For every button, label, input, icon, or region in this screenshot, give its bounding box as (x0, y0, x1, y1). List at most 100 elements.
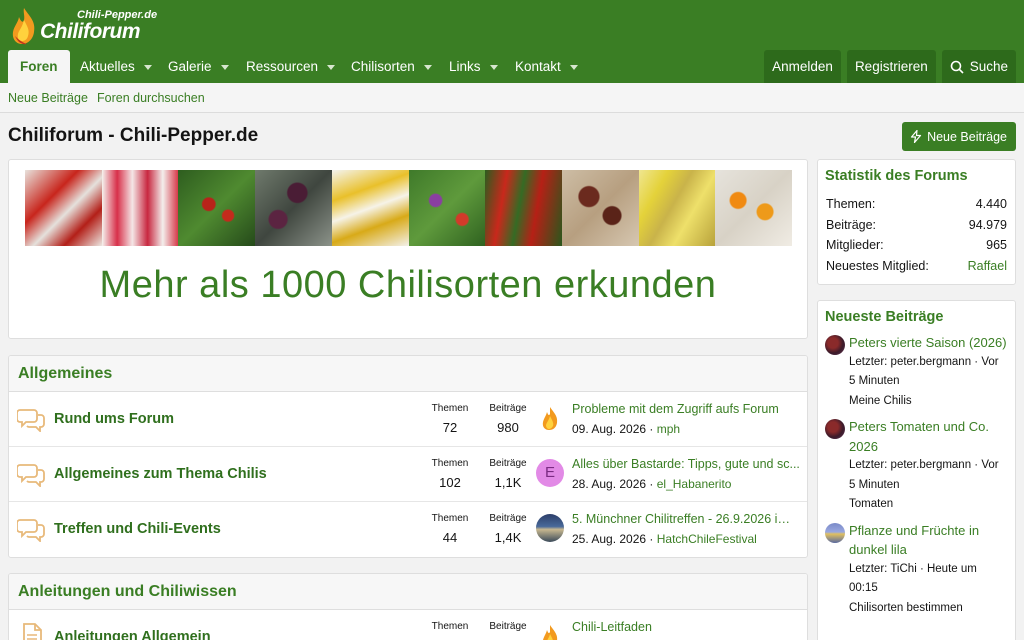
last-post-title[interactable]: Alles über Bastarde: Tipps, gute und sc.… (572, 457, 800, 471)
new-posts-link[interactable]: Neue Beiträge (8, 91, 88, 105)
chili-photo (485, 170, 562, 246)
bolt-icon (910, 130, 922, 143)
latest-post-forum[interactable]: Tomaten (849, 495, 1007, 515)
stat-value: 4.440 (975, 197, 1007, 211)
sub-navigation: Neue Beiträge Foren durchsuchen (0, 83, 1024, 113)
site-logo[interactable]: Chili-Pepper.de Chiliforum (9, 6, 169, 46)
flame-logo-icon (12, 8, 35, 45)
chevron-down-icon[interactable] (327, 64, 336, 70)
posts-stat: Beiträge 1,4K (478, 513, 538, 545)
avatar[interactable] (825, 419, 845, 439)
category-title[interactable]: Allgemeines (9, 356, 807, 392)
tab-ressourcen[interactable]: Ressourcen (246, 50, 336, 83)
forum-title[interactable]: Rund ums Forum (54, 411, 174, 427)
page-title: Chiliforum - Chili-Pepper.de (8, 125, 259, 146)
chevron-down-icon[interactable] (423, 64, 432, 70)
category-title[interactable]: Anleitungen und Chiliwissen (9, 574, 807, 610)
threads-count: 102 (439, 475, 461, 490)
tab-label: Kontakt (515, 59, 561, 74)
chili-photo-strip (25, 170, 793, 246)
last-post-user[interactable]: mph (657, 422, 680, 436)
threads-stat: Themen 44 (420, 513, 480, 545)
latest-post-meta: Letzter: TiChi · Heute um 00:15 (849, 562, 977, 595)
last-post-date[interactable]: 25. Aug. 2026 (572, 532, 646, 546)
forum-category-allgemeines: Allgemeines Rund ums Forum Themen 72 Beit… (8, 355, 808, 558)
avatar[interactable] (536, 514, 564, 542)
search-forums-link[interactable]: Foren durchsuchen (97, 91, 205, 105)
stat-row: Beiträge: 94.979 (818, 215, 1015, 236)
tab-galerie[interactable]: Galerie (168, 50, 229, 83)
tab-links[interactable]: Links (449, 50, 498, 83)
tab-foren[interactable]: Foren (8, 50, 70, 83)
new-posts-button-label: Neue Beiträge (927, 129, 1007, 144)
last-post-title[interactable]: 5. Münchner Chilitreffen - 26.9.2026 im … (572, 512, 800, 526)
avatar[interactable]: E (536, 459, 564, 487)
forum-node: Rund ums Forum Themen 72 Beiträge 980 Prob… (9, 392, 807, 447)
chevron-down-icon[interactable] (143, 64, 152, 70)
chevron-down-icon[interactable] (220, 64, 229, 70)
statistics-title: Statistik des Forums (825, 168, 968, 184)
avatar[interactable] (536, 622, 564, 640)
newest-member-link[interactable]: Raffael (968, 256, 1007, 277)
tab-label: Links (449, 59, 481, 74)
latest-post-forum[interactable]: Meine Chilis (849, 392, 1007, 412)
forum-title[interactable]: Anleitungen Allgemein (54, 629, 211, 640)
promo-banner[interactable]: Mehr als 1000 Chilisorten erkunden (8, 159, 808, 339)
chili-photo (715, 170, 793, 246)
tab-label: Aktuelles (80, 59, 135, 74)
forum-title[interactable]: Treffen und Chili-Events (54, 521, 221, 537)
search-icon (950, 60, 964, 74)
latest-post-meta: Letzter: peter.bergmann · Vor 5 Minuten (849, 459, 999, 491)
last-post-meta: 25. Aug. 2026 · HatchChileFestival (572, 532, 757, 546)
stat-row: Mitglieder: 965 (818, 235, 1015, 256)
latest-post-title[interactable]: Pflanze und Früchte in dunkel lila (849, 523, 979, 558)
latest-post-title[interactable]: Peters vierte Saison (2026) (849, 335, 1007, 350)
flame-avatar-icon (536, 404, 564, 432)
last-post-title[interactable]: Chili-Leitfaden (572, 620, 800, 634)
avatar[interactable] (825, 335, 845, 355)
threads-count: 72 (442, 420, 458, 435)
chevron-down-icon[interactable] (569, 64, 578, 70)
latest-post-meta: Letzter: peter.bergmann · Vor 5 Minuten (849, 355, 999, 388)
avatar[interactable] (536, 404, 564, 432)
posts-stat: Beiträge (478, 621, 538, 632)
posts-label: Beiträge (489, 403, 527, 414)
register-button[interactable]: Registrieren (846, 50, 936, 83)
flame-avatar-icon (536, 622, 564, 640)
new-posts-button[interactable]: Neue Beiträge (902, 122, 1016, 151)
tab-chilisorten[interactable]: Chilisorten (351, 50, 432, 83)
last-post-user[interactable]: el_Habanerito (657, 477, 732, 491)
tab-kontakt[interactable]: Kontakt (515, 50, 578, 83)
last-post-date[interactable]: 09. Aug. 2026 (572, 422, 646, 436)
banner-text: Mehr als 1000 Chilisorten erkunden (99, 264, 717, 306)
threads-stat: Themen (420, 621, 480, 632)
forum-node: Treffen und Chili-Events Themen 44 Beiträ… (9, 502, 807, 557)
avatar[interactable] (825, 522, 845, 543)
latest-post-title[interactable]: Peters Tomaten und Co. 2026 (849, 419, 989, 454)
stat-row: Neuestes Mitglied: Raffael (818, 256, 1015, 277)
login-button[interactable]: Anmelden (764, 50, 841, 83)
last-post-user[interactable]: HatchChileFestival (657, 532, 757, 546)
logo-title: Chiliforum (40, 20, 141, 43)
forum-title[interactable]: Allgemeines zum Thema Chilis (54, 466, 267, 482)
latest-posts: Neueste Beiträge Peters vierte Saison (2… (817, 300, 1016, 640)
last-post-date[interactable]: 28. Aug. 2026 (572, 477, 646, 491)
search-button[interactable]: Suche (941, 50, 1016, 83)
speech-bubbles-icon (17, 519, 45, 542)
tab-label: Galerie (168, 59, 212, 74)
speech-bubbles-icon (17, 409, 45, 432)
stat-value: 94.979 (968, 217, 1007, 232)
threads-stat: Themen 72 (420, 403, 480, 435)
stat-label: Themen: (826, 197, 876, 211)
tab-aktuelles[interactable]: Aktuelles (80, 50, 152, 83)
document-icon (23, 623, 42, 640)
last-post-title[interactable]: Probleme mit dem Zugriff aufs Forum (572, 402, 800, 416)
chili-photo (638, 170, 716, 246)
chili-photo (25, 170, 102, 246)
latest-post-item: Peters vierte Saison (2026) Letzter: pet… (818, 333, 1015, 411)
chili-photo (255, 170, 332, 246)
chevron-down-icon[interactable] (489, 64, 498, 70)
latest-post-forum[interactable]: Chilisorten bestimmen (849, 599, 1007, 619)
account-navigation: Anmelden Registrieren Suche (764, 50, 1016, 83)
search-label: Suche (969, 59, 1008, 74)
